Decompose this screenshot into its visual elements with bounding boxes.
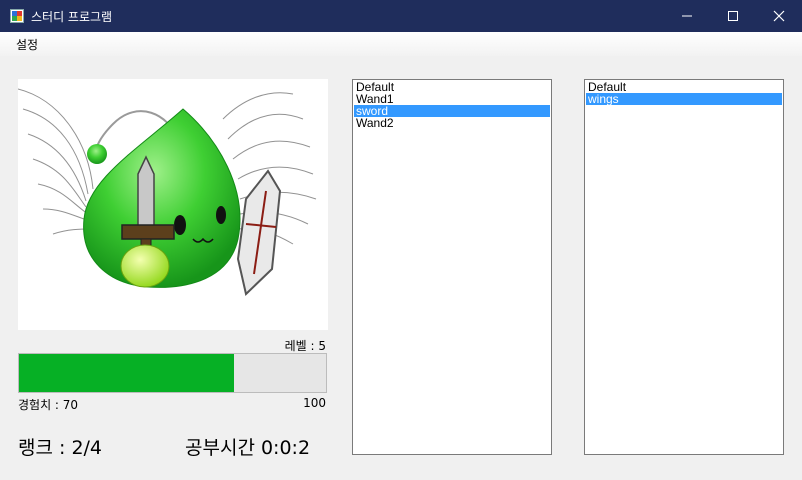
list-item[interactable]: wings [586, 93, 782, 105]
rank-label: 랭크 : 2/4 [18, 437, 103, 459]
list-item[interactable]: Wand2 [354, 117, 550, 129]
exp-label: 경험치 : 70 [18, 398, 79, 412]
exp-progress-fill [19, 354, 234, 392]
exp-progress-bar [18, 353, 327, 393]
minimize-icon [682, 15, 692, 17]
weapons-listbox[interactable]: Default Wand1 sword Wand2 [352, 79, 552, 455]
study-time-label: 공부시간 0:0:2 [185, 437, 311, 459]
menu-bar: 설정 [0, 32, 802, 56]
title-bar[interactable]: 스터디 프로그램 [0, 0, 802, 32]
window-title: 스터디 프로그램 [31, 10, 113, 24]
level-label: 레벨 : 5 [284, 339, 326, 353]
close-icon [773, 10, 785, 22]
accessories-listbox[interactable]: Default wings [584, 79, 784, 455]
character-picture [17, 79, 328, 330]
maximize-button[interactable] [710, 0, 756, 32]
exp-max-label: 100 [303, 396, 326, 410]
menu-item-settings[interactable]: 설정 [16, 36, 38, 53]
minimize-button[interactable] [664, 0, 710, 32]
maximize-icon [728, 11, 738, 21]
app-icon [10, 9, 24, 23]
close-button[interactable] [756, 0, 802, 32]
